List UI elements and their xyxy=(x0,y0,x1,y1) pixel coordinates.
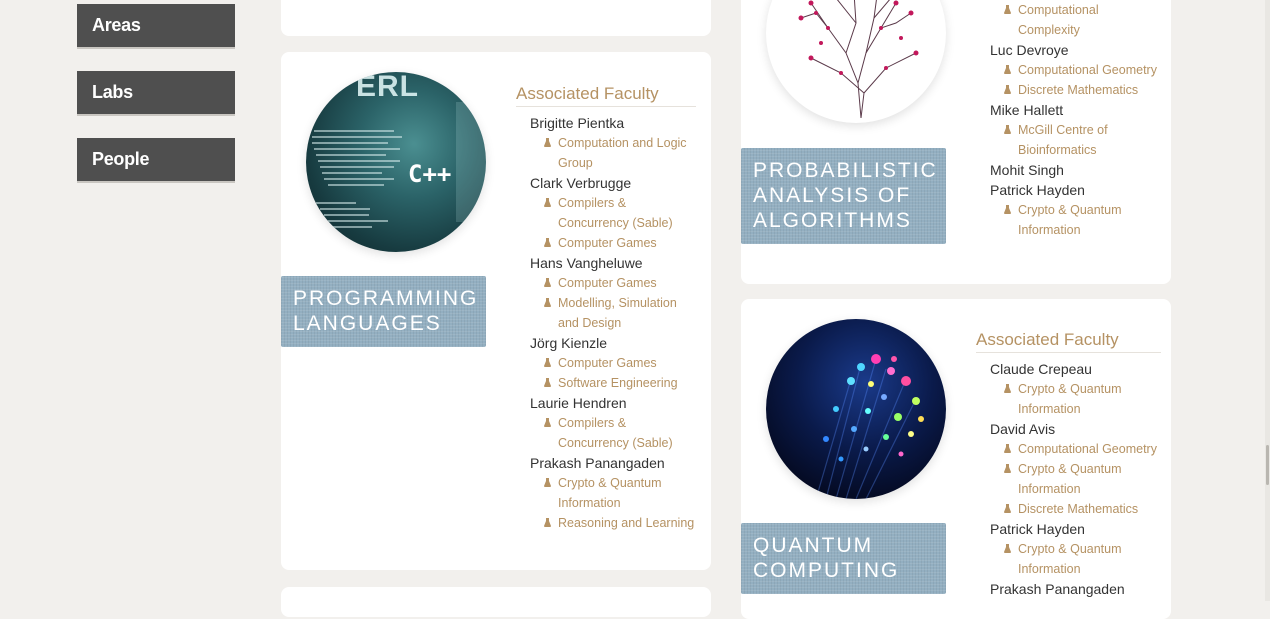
lab-link-label: Crypto & Quantum Information xyxy=(1018,203,1122,237)
faculty-name: Patrick Hayden xyxy=(990,521,1085,537)
lab-link-label: Computational Complexity xyxy=(1018,3,1099,37)
faculty-heading: Associated Faculty xyxy=(516,84,696,107)
quantum-computing-image[interactable] xyxy=(766,319,946,499)
flask-icon xyxy=(544,418,551,427)
next-area-card xyxy=(281,587,711,617)
lab-link-label: Modelling, Simulation and Design xyxy=(558,296,677,330)
fiber-optics-illustration xyxy=(815,354,924,499)
lab-link[interactable]: Computer Games xyxy=(516,273,696,293)
associated-faculty-list: Associated Faculty Brigitte Pientka Compu… xyxy=(516,84,696,533)
lab-link-label: Crypto & Quantum Information xyxy=(558,476,662,510)
lab-link[interactable]: Computer Games xyxy=(516,353,696,373)
lab-link[interactable]: Computer Games xyxy=(516,233,696,253)
faculty-name: Prakash Panangaden xyxy=(990,581,1125,597)
faculty-name: Brigitte Pientka xyxy=(530,115,625,131)
flask-icon xyxy=(544,238,551,247)
lab-link-label: McGill Centre of Bioinformatics xyxy=(1018,123,1108,157)
lab-link-label: Crypto & Quantum Information xyxy=(1018,542,1122,576)
faculty-name: Mohit Singh xyxy=(990,162,1064,178)
lab-link-label: Reasoning and Learning xyxy=(558,516,695,530)
flask-icon xyxy=(1004,5,1011,14)
flask-icon xyxy=(1004,65,1011,74)
lab-link-label: Compilers & Concurrency (Sable) xyxy=(558,416,673,450)
faculty-name: Claude Crepeau xyxy=(990,361,1092,377)
lab-link[interactable]: Crypto & Quantum Information xyxy=(516,473,696,513)
associated-faculty-list: Computational Complexity Luc Devroye Compu… xyxy=(976,0,1161,240)
lab-link[interactable]: Crypto & Quantum Information xyxy=(976,539,1161,579)
faculty-name: Prakash Panangaden xyxy=(530,455,665,471)
lab-link-label: Computer Games xyxy=(558,236,657,250)
lab-link[interactable]: McGill Centre of Bioinformatics xyxy=(976,120,1161,160)
scrollbar-track[interactable] xyxy=(1265,0,1270,601)
lab-link[interactable]: Compilers & Concurrency (Sable) xyxy=(516,413,696,453)
flask-icon xyxy=(1004,444,1011,453)
perl-text: ERL xyxy=(356,72,419,103)
lab-link-label: Computational Geometry xyxy=(1018,63,1157,77)
lab-link[interactable]: Crypto & Quantum Information xyxy=(976,459,1161,499)
faculty-name: Clark Verbrugge xyxy=(530,175,632,191)
faculty-name: Hans Vangheluwe xyxy=(530,255,643,271)
lab-link[interactable]: Crypto & Quantum Information xyxy=(976,200,1161,240)
branching-tree-illustration xyxy=(798,0,919,119)
lab-link[interactable]: Computational Complexity xyxy=(976,0,1161,40)
area-title[interactable]: Quantum Computing xyxy=(741,523,946,594)
lab-link[interactable]: Computational Geometry xyxy=(976,439,1161,459)
scrollbar-thumb[interactable] xyxy=(1266,445,1269,485)
flask-icon xyxy=(544,138,551,147)
flask-icon xyxy=(1004,504,1011,513)
area-card-quantum-computing: Quantum Computing Associated Faculty Cla… xyxy=(741,299,1171,619)
flask-icon xyxy=(1004,544,1011,553)
probabilistic-analysis-image[interactable] xyxy=(766,0,946,123)
flask-icon xyxy=(1004,464,1011,473)
previous-area-card xyxy=(281,0,711,36)
flask-icon xyxy=(1004,205,1011,214)
faculty-name: Jörg Kienzle xyxy=(530,335,608,351)
lab-link-label: Software Engineering xyxy=(558,376,678,390)
lab-link[interactable]: Software Engineering xyxy=(516,373,696,393)
lab-link[interactable]: Discrete Mathematics xyxy=(976,499,1161,519)
lab-link-label: Discrete Mathematics xyxy=(1018,502,1139,516)
flask-icon xyxy=(544,278,551,287)
lab-link-label: Computer Games xyxy=(558,356,657,370)
flask-icon xyxy=(1004,85,1011,94)
flask-icon xyxy=(1004,384,1011,393)
faculty-name: Mike Hallett xyxy=(990,102,1064,118)
lab-link[interactable]: Discrete Mathematics xyxy=(976,80,1161,100)
lab-link[interactable]: Compilers & Concurrency (Sable) xyxy=(516,193,696,233)
lab-link[interactable]: Reasoning and Learning xyxy=(516,513,696,533)
faculty-name: Luc Devroye xyxy=(990,42,1069,58)
lab-link[interactable]: Computational Geometry xyxy=(976,60,1161,80)
lab-link-label: Computer Games xyxy=(558,276,657,290)
faculty-name: David Avis xyxy=(990,421,1056,437)
flask-icon xyxy=(1004,125,1011,134)
flask-icon xyxy=(544,378,551,387)
lab-link-label: Compilers & Concurrency (Sable) xyxy=(558,196,673,230)
associated-faculty-list: Associated Faculty Claude Crepeau Crypto … xyxy=(976,330,1161,599)
lab-link-label: Crypto & Quantum Information xyxy=(1018,462,1122,496)
programming-languages-image[interactable]: ERL C++ xyxy=(306,72,486,252)
flask-icon xyxy=(544,518,551,527)
area-title[interactable]: Programming Languages xyxy=(281,276,486,347)
lab-link[interactable]: Modelling, Simulation and Design xyxy=(516,293,696,333)
lab-link-label: Computational Geometry xyxy=(1018,442,1157,456)
flask-icon xyxy=(544,298,551,307)
faculty-heading: Associated Faculty xyxy=(976,330,1161,353)
nav-people-button[interactable]: People xyxy=(77,138,235,183)
cpp-text: C++ xyxy=(408,160,452,188)
lab-link-label: Computation and Logic Group xyxy=(558,136,687,170)
nav-areas-button[interactable]: Areas xyxy=(77,4,235,49)
lab-link[interactable]: Computation and Logic Group xyxy=(516,133,696,173)
area-title[interactable]: Probabilistic Analysis of Algorithms xyxy=(741,148,946,244)
lab-link-label: Crypto & Quantum Information xyxy=(1018,382,1122,416)
area-card-programming-languages: ERL C++ Programming Languages Associated… xyxy=(281,52,711,570)
flask-icon xyxy=(544,478,551,487)
faculty-name: Patrick Hayden xyxy=(990,182,1085,198)
flask-icon xyxy=(544,198,551,207)
faculty-name: Laurie Hendren xyxy=(530,395,627,411)
flask-icon xyxy=(544,358,551,367)
lab-link[interactable]: Crypto & Quantum Information xyxy=(976,379,1161,419)
nav-labs-button[interactable]: Labs xyxy=(77,71,235,116)
lab-link-label: Discrete Mathematics xyxy=(1018,83,1139,97)
area-card-probabilistic-analysis: Probabilistic Analysis of Algorithms Com… xyxy=(741,0,1171,284)
